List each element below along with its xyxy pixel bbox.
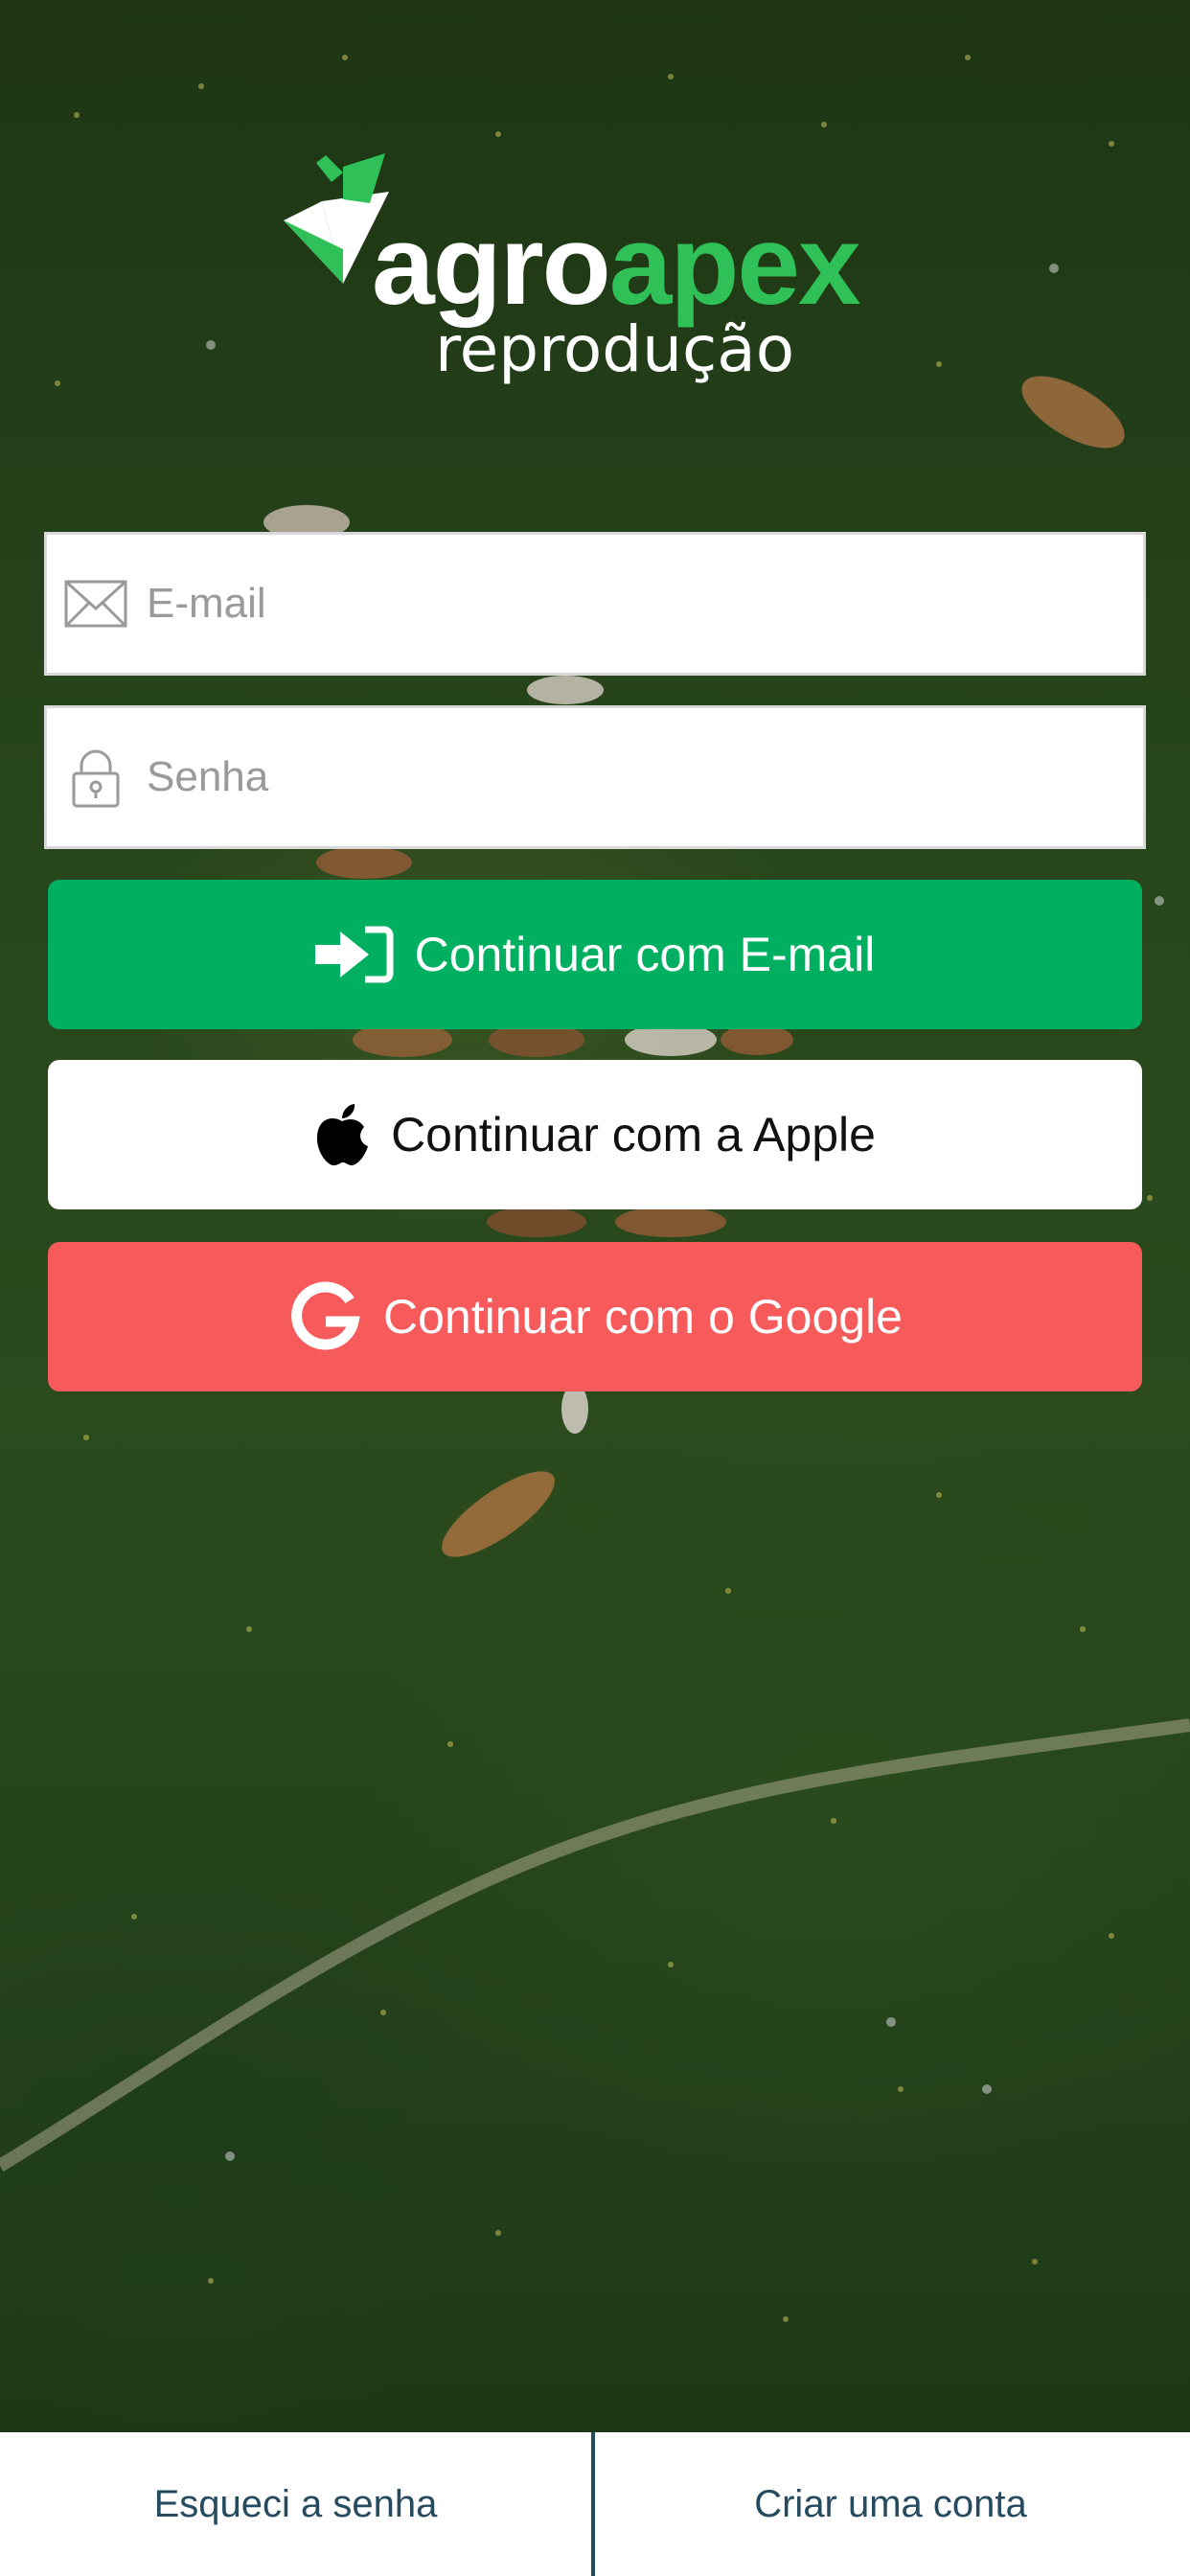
envelope-icon — [64, 580, 127, 628]
create-account-link[interactable]: Criar uma conta — [595, 2432, 1186, 2576]
apple-icon — [314, 1102, 370, 1167]
email-field-container — [44, 532, 1146, 676]
lock-icon — [72, 749, 120, 808]
continue-google-label: Continuar com o Google — [383, 1290, 903, 1344]
brand-part-apex: apex — [608, 202, 861, 329]
password-input[interactable] — [147, 708, 1114, 846]
continue-email-button[interactable]: Continuar com E-mail — [48, 880, 1142, 1029]
bottom-bar: Esqueci a senha Criar uma conta — [0, 2432, 1190, 2576]
continue-email-label: Continuar com E-mail — [414, 928, 876, 981]
google-icon — [287, 1279, 362, 1354]
continue-apple-button[interactable]: Continuar com a Apple — [48, 1060, 1142, 1209]
app-logo: agroapex reprodução — [284, 153, 906, 393]
brand-part-agro: agro — [372, 202, 611, 329]
forgot-password-link[interactable]: Esqueci a senha — [0, 2432, 591, 2576]
password-field-container — [44, 705, 1146, 849]
brand-subtitle: reprodução — [435, 312, 795, 386]
continue-google-button[interactable]: Continuar com o Google — [48, 1242, 1142, 1392]
continue-apple-label: Continuar com a Apple — [391, 1108, 876, 1162]
email-input[interactable] — [147, 535, 1114, 673]
login-arrow-icon — [314, 926, 394, 983]
brand-wordmark: agroapex — [372, 209, 861, 322]
